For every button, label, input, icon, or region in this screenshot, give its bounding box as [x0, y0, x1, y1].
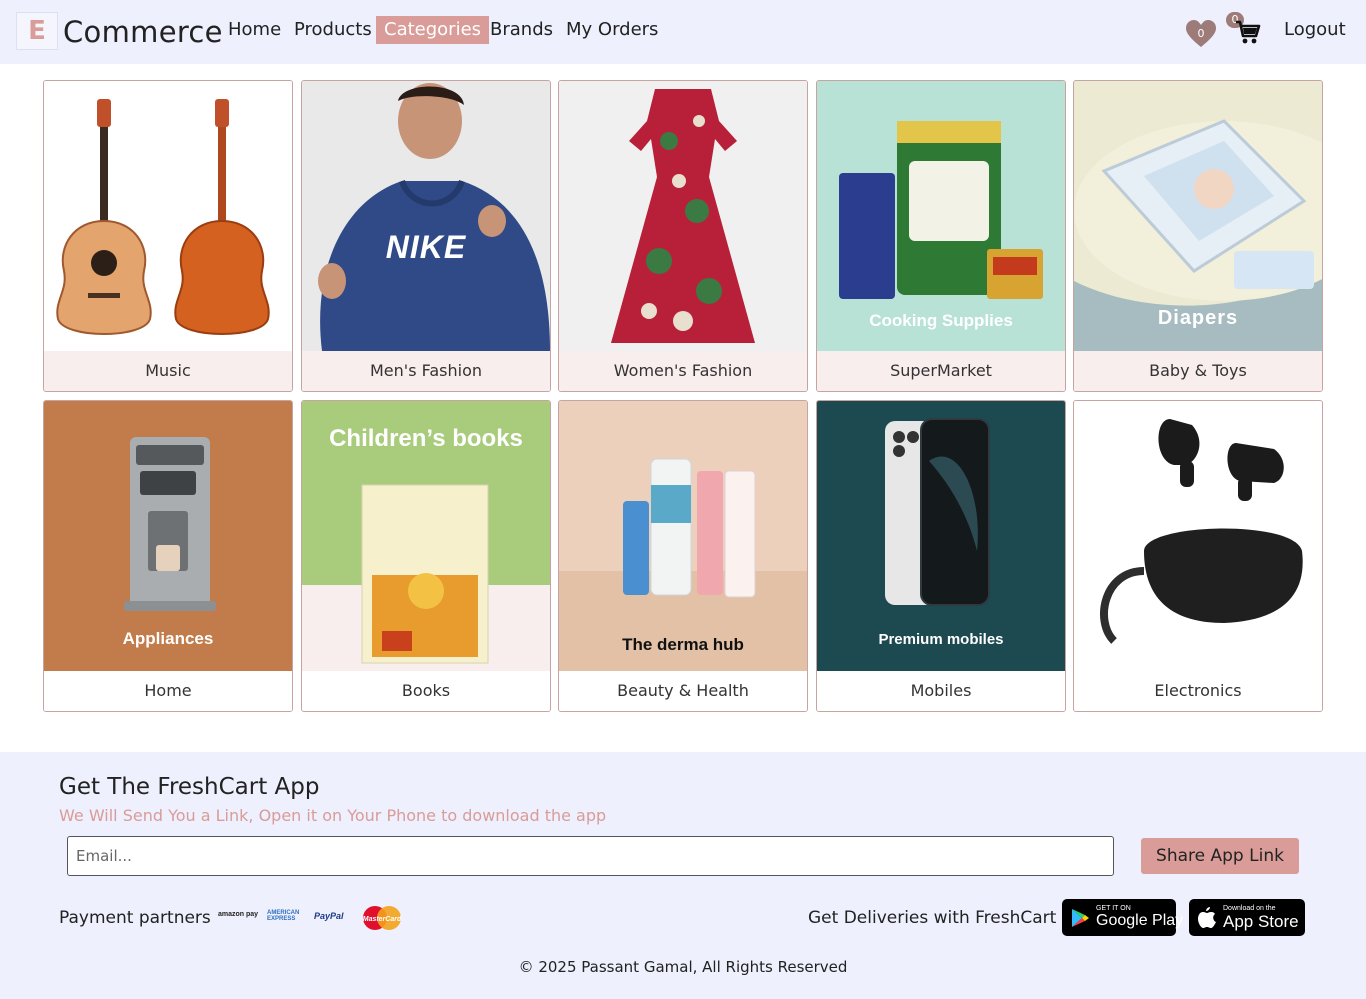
deliveries-label: Get Deliveries with FreshCart: [808, 908, 1057, 928]
app-store-badge[interactable]: Download on the App Store: [1189, 899, 1305, 936]
image-label: Premium mobiles: [878, 631, 1004, 648]
logout-link[interactable]: Logout: [1284, 16, 1346, 44]
copyright: © 2025 Passant Gamal, All Rights Reserve…: [518, 958, 848, 976]
category-name: Men's Fashion: [302, 351, 550, 391]
image-label: Appliances: [122, 629, 214, 648]
category-card-electronics[interactable]: Electronics: [1073, 400, 1323, 712]
image-label: Diapers: [1157, 307, 1239, 329]
footer-subtitle: We Will Send You a Link, Open it on Your…: [59, 806, 607, 825]
category-name: SuperMarket: [817, 351, 1065, 391]
logo-icon[interactable]: E: [16, 12, 58, 50]
footer-title: Get The FreshCart App: [59, 774, 320, 800]
brand-name[interactable]: Commerce: [63, 14, 223, 50]
paypal-icon: PayPal: [314, 911, 344, 921]
badge-small-text: GET IT ON: [1096, 905, 1131, 912]
appliances-image: Appliances: [44, 401, 292, 671]
badge-big-text: App Store: [1223, 912, 1299, 931]
earbuds-image: [1074, 401, 1322, 671]
category-name: Books: [302, 671, 550, 711]
category-name: Mobiles: [817, 671, 1065, 711]
category-name: Women's Fashion: [559, 351, 807, 391]
categories-grid: Music NIKE Men's Fashion Women's Fashion…: [0, 64, 1366, 752]
diapers-image: Diapers: [1074, 81, 1322, 351]
image-label: NIKE: [385, 229, 467, 265]
category-card-home[interactable]: Appliances Home: [43, 400, 293, 712]
nav-products[interactable]: Products: [286, 16, 380, 44]
image-label: The derma hub: [622, 635, 744, 654]
category-card-mobiles[interactable]: Premium mobiles Mobiles: [816, 400, 1066, 712]
badge-big-text: Google Play: [1096, 912, 1184, 929]
category-card-mens-fashion[interactable]: NIKE Men's Fashion: [301, 80, 551, 392]
apple-icon: [1198, 907, 1216, 928]
category-name: Beauty & Health: [559, 671, 807, 711]
childrens-books-image: Children’s books: [302, 401, 550, 671]
nav-my-orders[interactable]: My Orders: [558, 16, 666, 44]
share-app-link-button[interactable]: Share App Link: [1141, 838, 1299, 874]
premium-mobiles-image: Premium mobiles: [817, 401, 1065, 671]
dress-image: [559, 81, 807, 351]
guitar-image: [44, 81, 292, 351]
google-play-badge[interactable]: GET IT ON Google Play: [1062, 899, 1183, 936]
category-card-music[interactable]: Music: [43, 80, 293, 392]
nav-brands[interactable]: Brands: [482, 16, 561, 44]
footer: Get The FreshCart App We Will Send You a…: [0, 752, 1366, 999]
cooking-supplies-image: Cooking Supplies: [817, 81, 1065, 351]
nav-categories[interactable]: Categories: [376, 16, 490, 44]
email-field[interactable]: [67, 836, 1114, 876]
derma-hub-image: The derma hub: [559, 401, 807, 671]
cart-icon[interactable]: [1234, 18, 1262, 46]
hoodie-image: NIKE: [302, 81, 550, 351]
wishlist-heart-icon[interactable]: 0: [1186, 20, 1216, 48]
category-card-baby-toys[interactable]: Diapers Baby & Toys: [1073, 80, 1323, 392]
american-express-icon: AMERICAN EXPRESS: [267, 910, 300, 922]
category-card-beauty-health[interactable]: The derma hub Beauty & Health: [558, 400, 808, 712]
image-label: Children’s books: [329, 425, 523, 452]
mastercard-icon: MasterCard: [362, 906, 402, 930]
category-card-books[interactable]: Children’s books Books: [301, 400, 551, 712]
category-card-supermarket[interactable]: Cooking Supplies SuperMarket: [816, 80, 1066, 392]
category-name: Baby & Toys: [1074, 351, 1322, 391]
navbar: E Commerce Home Products Categories Bran…: [0, 0, 1366, 64]
badge-small-text: Download on the: [1223, 905, 1276, 912]
payment-partners-label: Payment partners: [59, 908, 211, 928]
category-name: Electronics: [1074, 671, 1322, 711]
category-name: Home: [44, 671, 292, 711]
category-card-womens-fashion[interactable]: Women's Fashion: [558, 80, 808, 392]
wishlist-count: 0: [1198, 27, 1205, 40]
category-name: Music: [44, 351, 292, 391]
nav-home[interactable]: Home: [220, 16, 289, 44]
image-label: Cooking Supplies: [869, 311, 1013, 330]
svg-text:MasterCard: MasterCard: [363, 916, 402, 923]
amazon-pay-icon: amazon pay: [218, 911, 259, 918]
google-play-icon: [1072, 909, 1089, 927]
